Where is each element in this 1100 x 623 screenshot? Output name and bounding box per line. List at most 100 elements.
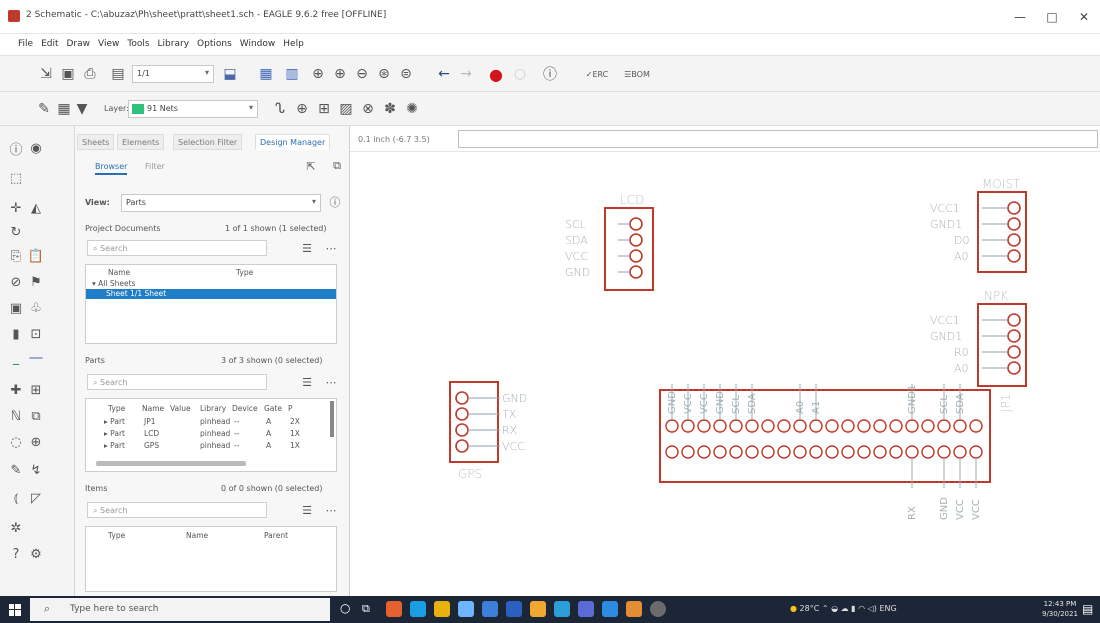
jp1-pin-circle[interactable] (665, 445, 679, 459)
pin-circle[interactable] (455, 423, 469, 437)
jp1-pin-circle[interactable] (825, 419, 839, 433)
pin-circle[interactable] (1007, 217, 1021, 231)
menu-help[interactable]: Help (279, 34, 308, 49)
jp1-pin-circle[interactable] (665, 419, 679, 433)
arc-tool-icon[interactable]: ◌ (6, 432, 26, 452)
photos-app-icon[interactable] (554, 601, 570, 617)
menu-edit[interactable]: Edit (37, 34, 62, 49)
add-icon[interactable]: ⚑ (26, 272, 46, 292)
network-icon[interactable]: ◒ (831, 604, 838, 613)
outlook-app-icon[interactable] (602, 601, 618, 617)
minimize-button[interactable]: — (1005, 6, 1035, 28)
jp1-pin-circle[interactable] (697, 419, 711, 433)
chrome-app-icon[interactable] (386, 601, 402, 617)
parts-search[interactable]: ⌕ Search (87, 374, 267, 390)
jp1-pin-circle[interactable] (729, 419, 743, 433)
dimension-tool-icon[interactable]: ↯ (26, 460, 46, 480)
jp1-pin-circle[interactable] (697, 445, 711, 459)
junction-icon[interactable]: ⊗ (358, 99, 378, 119)
word-app-icon[interactable] (506, 601, 522, 617)
help-icon[interactable]: ⓘ (540, 64, 560, 84)
polygon-tool-icon[interactable]: ◸ (26, 488, 46, 508)
jp1-pin-circle[interactable] (857, 419, 871, 433)
part-icon[interactable]: ✽ (380, 99, 400, 119)
maximize-button[interactable]: □ (1037, 6, 1067, 28)
zoom-last-icon[interactable]: ⊜ (396, 64, 416, 84)
bus-tool-icon[interactable]: ⎺ (26, 354, 46, 374)
notifications-icon[interactable]: ▤ (1082, 602, 1093, 616)
cortana-icon[interactable]: ○ (340, 601, 350, 615)
jp1-pin-circle[interactable] (937, 445, 951, 459)
sheet-select[interactable]: 1/1 ▾ (132, 65, 214, 83)
jp1-pin-circle[interactable] (793, 445, 807, 459)
pin-circle[interactable] (629, 265, 643, 279)
list-options-icon[interactable]: ☰ (297, 500, 317, 520)
jp1-pin-circle[interactable] (745, 419, 759, 433)
tree-all-sheets[interactable]: ▾ All Sheets (92, 279, 135, 288)
list-options-icon[interactable]: ☰ (297, 238, 317, 258)
undock-icon[interactable]: ⧉ (327, 156, 347, 176)
rotate-icon[interactable]: ↻ (6, 222, 26, 242)
tab-design-manager[interactable]: Design Manager (255, 134, 331, 150)
pin-circle[interactable] (629, 217, 643, 231)
group-icon[interactable]: ▣ (6, 298, 26, 318)
stop-icon[interactable]: ● (486, 64, 506, 84)
cloud-icon[interactable]: ☁ (841, 604, 849, 613)
frame-tool-icon[interactable]: ⦅ (6, 488, 26, 508)
net-tool-icon[interactable]: ✚ (6, 380, 26, 400)
jp1-pin-circle[interactable] (713, 419, 727, 433)
jp1-pin-circle[interactable] (809, 445, 823, 459)
zoom-out-icon[interactable]: ⊖ (352, 64, 372, 84)
battery-icon[interactable]: ▮ (851, 604, 855, 613)
line-tool-icon[interactable]: ✎ (6, 460, 26, 480)
subtab-browser[interactable]: Browser (95, 162, 128, 175)
more-icon[interactable]: ⋯ (321, 238, 341, 258)
files-app-icon[interactable] (434, 601, 450, 617)
teams-app-icon[interactable] (578, 601, 594, 617)
jp1-pin-circle[interactable] (969, 445, 983, 459)
jp1-pin-circle[interactable] (761, 445, 775, 459)
pin-circle[interactable] (455, 407, 469, 421)
pin-circle[interactable] (1007, 329, 1021, 343)
zoom-select-icon[interactable]: ⊛ (374, 64, 394, 84)
language-indicator[interactable]: ENG (879, 604, 896, 613)
pin-circle[interactable] (1007, 201, 1021, 215)
jp1-pin-circle[interactable] (905, 419, 919, 433)
taskbar-search[interactable]: ⌕ Type here to search (30, 598, 330, 621)
jp1-pin-circle[interactable] (681, 419, 695, 433)
jp1-pin-circle[interactable] (953, 419, 967, 433)
help-icon[interactable]: ⓘ (325, 192, 345, 212)
project-documents-search[interactable]: ⌕ Search (87, 240, 267, 256)
go-icon[interactable]: ○ (510, 64, 530, 84)
pin-circle[interactable] (1007, 345, 1021, 359)
pin-icon[interactable]: ⇱ (301, 156, 321, 176)
replace-icon[interactable]: ⊡ (26, 324, 46, 344)
pin-circle[interactable] (629, 249, 643, 263)
tab-selection-filter[interactable]: Selection Filter (173, 134, 243, 150)
tab-elements[interactable]: Elements (117, 134, 165, 150)
zoom-in-icon[interactable]: ⊕ (330, 64, 350, 84)
jp1-pin-circle[interactable] (841, 419, 855, 433)
subtab-filter[interactable]: Filter (145, 162, 165, 171)
select-icon[interactable]: ⬚ (6, 168, 26, 188)
redo-icon[interactable]: → (456, 64, 476, 84)
jp1-pin-circle[interactable] (921, 445, 935, 459)
jp1-pin-circle[interactable] (841, 445, 855, 459)
jp1-pin-circle[interactable] (681, 445, 695, 459)
pin-circle[interactable] (629, 233, 643, 247)
list-options-icon[interactable]: ☰ (297, 372, 317, 392)
sheet-icon[interactable]: ▤ (108, 64, 128, 84)
items-search[interactable]: ⌕ Search (87, 502, 267, 518)
jp1-pin-circle[interactable] (857, 445, 871, 459)
layer-select[interactable]: 91 Nets ▾ (128, 100, 258, 118)
menu-tools[interactable]: Tools (123, 34, 153, 49)
jp1-pin-circle[interactable] (889, 419, 903, 433)
ulp-icon[interactable]: ? (6, 544, 26, 564)
mail-app-icon[interactable] (482, 601, 498, 617)
pin-circle[interactable] (1007, 313, 1021, 327)
jp1-pin-circle[interactable] (889, 445, 903, 459)
jp1-pin-circle[interactable] (761, 419, 775, 433)
info-icon[interactable]: ⓘ (6, 138, 26, 158)
pin-circle[interactable] (455, 439, 469, 453)
menu-view[interactable]: View (94, 34, 123, 49)
